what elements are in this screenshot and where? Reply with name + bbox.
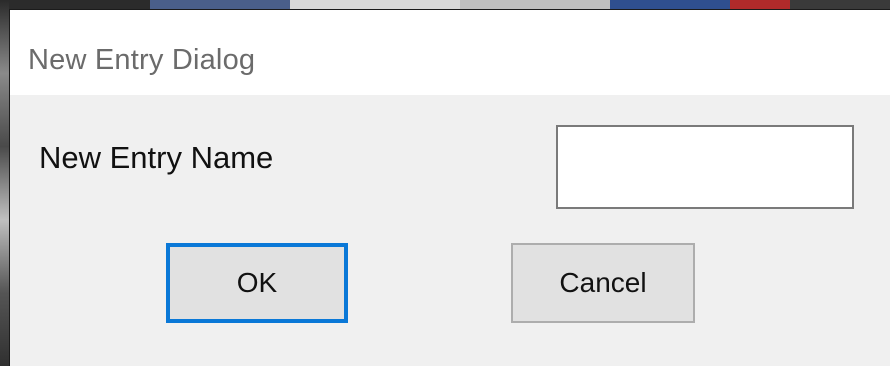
dialog-title: New Entry Dialog	[28, 44, 256, 76]
new-entry-dialog: New Entry Dialog New Entry Name OK Cance…	[9, 9, 890, 366]
new-entry-name-input[interactable]	[556, 125, 854, 209]
screen: New Entry Dialog New Entry Name OK Cance…	[0, 0, 890, 366]
cancel-button[interactable]: Cancel	[511, 243, 695, 323]
background-left-edge	[0, 0, 9, 366]
ok-button[interactable]: OK	[166, 243, 348, 323]
titlebar[interactable]: New Entry Dialog	[10, 10, 890, 95]
new-entry-name-label: New Entry Name	[39, 140, 274, 175]
